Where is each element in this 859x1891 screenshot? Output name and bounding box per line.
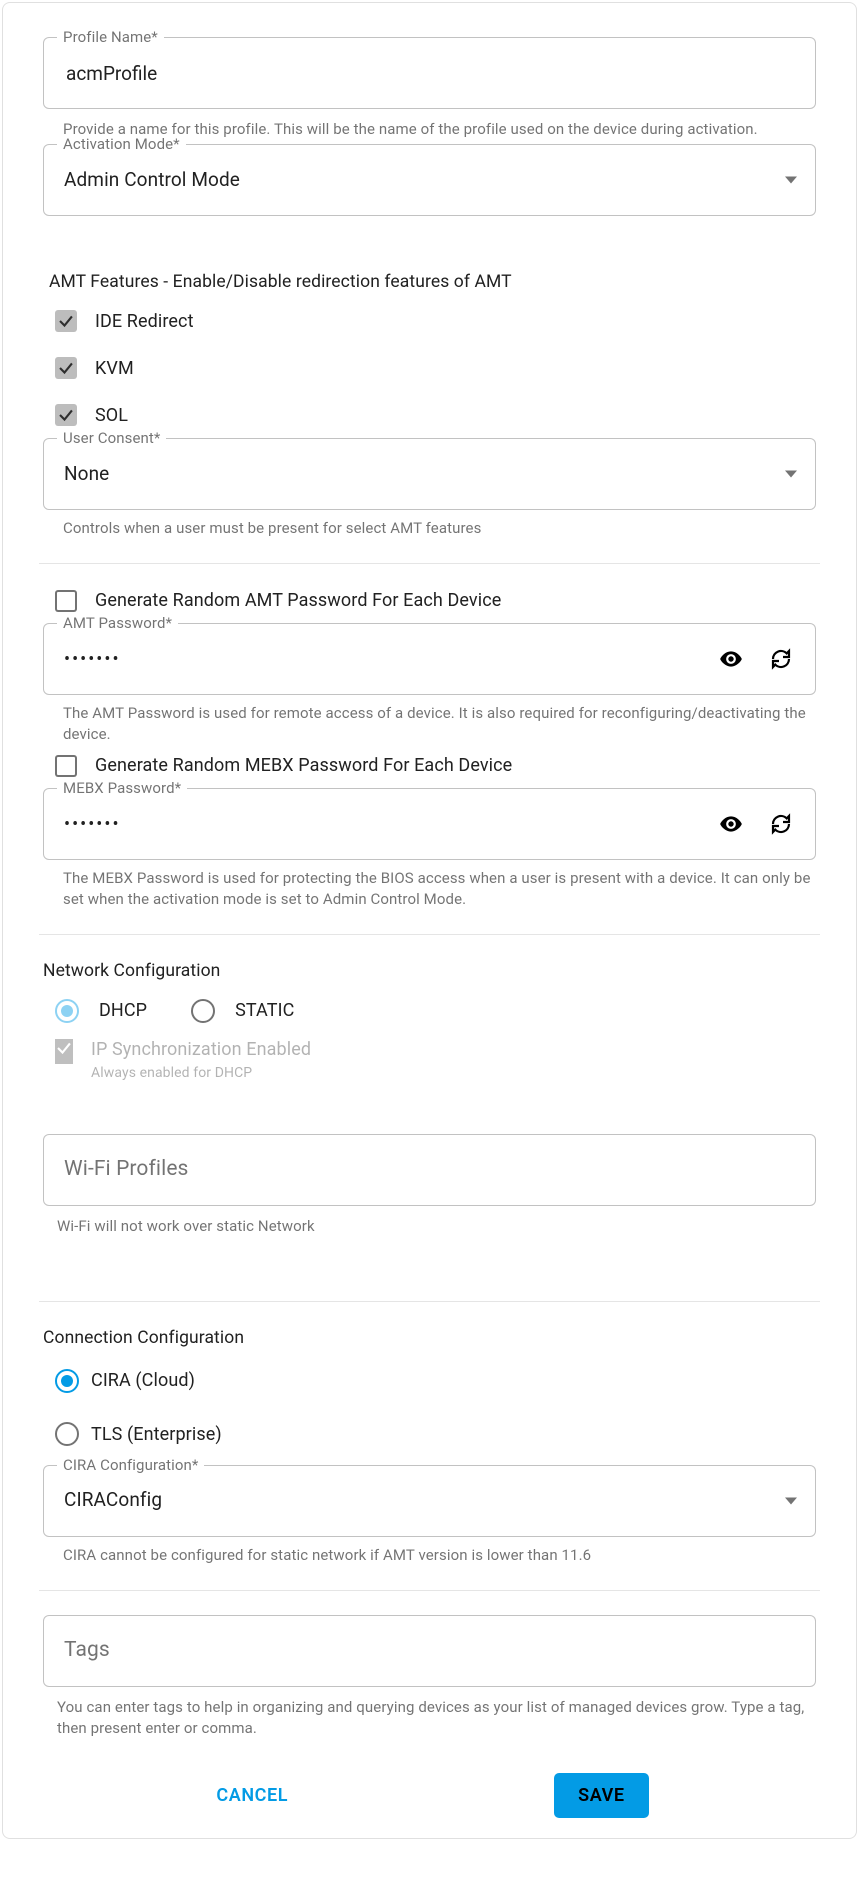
gen-random-amt-label: Generate Random AMT Password For Each De… (95, 588, 501, 613)
gen-random-amt-row: Generate Random AMT Password For Each De… (55, 588, 816, 613)
kvm-label: KVM (95, 356, 134, 381)
profile-form-card: Profile Name* Provide a name for this pr… (2, 2, 857, 1839)
tls-radio-row: TLS (Enterprise) (55, 1422, 816, 1447)
check-icon (55, 1039, 73, 1057)
divider (39, 563, 820, 564)
cira-config-field: CIRA Configuration* CIRAConfig (43, 1465, 816, 1537)
wifi-hint: Wi-Fi will not work over static Network (57, 1216, 812, 1237)
activation-mode-field: Activation Mode* Admin Control Mode (43, 144, 816, 216)
divider (39, 934, 820, 935)
sol-checkbox-row: SOL (55, 403, 816, 428)
gen-random-mebx-row: Generate Random MEBX Password For Each D… (55, 753, 816, 778)
gen-random-mebx-checkbox[interactable] (55, 755, 77, 777)
cira-config-label: CIRA Configuration* (57, 1455, 204, 1476)
mebx-password-input[interactable]: ••••••• (64, 812, 121, 837)
visibility-icon[interactable] (717, 645, 745, 673)
sol-label: SOL (95, 403, 128, 428)
chevron-down-icon (785, 177, 797, 184)
amt-password-label: AMT Password* (57, 613, 178, 634)
cira-config-hint: CIRA cannot be configured for static net… (63, 1545, 812, 1566)
amt-features-title: AMT Features - Enable/Disable redirectio… (49, 270, 816, 295)
cira-radio[interactable] (55, 1369, 79, 1393)
tls-radio-label: TLS (Enterprise) (91, 1422, 222, 1447)
user-consent-field: User Consent* None (43, 438, 816, 510)
check-icon (57, 359, 75, 377)
dhcp-label: DHCP (99, 998, 147, 1023)
mebx-password-field: MEBX Password* ••••••• (43, 788, 816, 860)
cancel-button[interactable]: CANCEL (210, 1784, 294, 1807)
tags-hint: You can enter tags to help in organizing… (57, 1697, 812, 1739)
user-consent-hint: Controls when a user must be present for… (63, 518, 812, 539)
amt-password-hint: The AMT Password is used for remote acce… (63, 703, 812, 745)
mebx-password-label: MEBX Password* (57, 778, 187, 799)
wifi-profiles-input[interactable]: Wi-Fi Profiles (43, 1134, 816, 1206)
profile-name-field: Profile Name* (43, 37, 816, 109)
activation-mode-label: Activation Mode* (57, 134, 186, 155)
static-label: STATIC (235, 998, 294, 1023)
tags-input[interactable]: Tags (43, 1615, 816, 1687)
amt-password-input[interactable]: ••••••• (64, 647, 121, 672)
refresh-icon[interactable] (767, 645, 795, 673)
wifi-profiles-field: Wi-Fi Profiles (43, 1134, 816, 1206)
tls-radio[interactable] (55, 1422, 79, 1446)
tags-field: Tags (43, 1615, 816, 1687)
refresh-icon[interactable] (767, 810, 795, 838)
save-button[interactable]: SAVE (554, 1773, 649, 1818)
connection-configuration-title: Connection Configuration (43, 1326, 816, 1351)
profile-name-input[interactable] (64, 38, 795, 108)
network-configuration-title: Network Configuration (43, 959, 816, 984)
static-radio[interactable] (191, 999, 215, 1023)
ip-sync-checkbox (55, 1039, 73, 1063)
divider (39, 1590, 820, 1591)
amt-password-field: AMT Password* ••••••• (43, 623, 816, 695)
chevron-down-icon (785, 1497, 797, 1504)
ip-sync-title: IP Synchronization Enabled (91, 1037, 311, 1062)
mebx-password-hint: The MEBX Password is used for protecting… (63, 868, 812, 910)
kvm-checkbox-row: KVM (55, 356, 816, 381)
ide-redirect-label: IDE Redirect (95, 309, 194, 334)
cira-radio-label: CIRA (Cloud) (91, 1368, 195, 1393)
chevron-down-icon (785, 471, 797, 478)
ip-sync-row: IP Synchronization Enabled Always enable… (55, 1037, 816, 1084)
kvm-checkbox[interactable] (55, 357, 77, 379)
ide-redirect-checkbox-row: IDE Redirect (55, 309, 816, 334)
ide-redirect-checkbox[interactable] (55, 310, 77, 332)
profile-name-label: Profile Name* (57, 27, 164, 48)
form-footer: CANCEL SAVE (43, 1739, 816, 1818)
cira-radio-row: CIRA (Cloud) (55, 1368, 816, 1393)
check-icon (57, 312, 75, 330)
ip-sync-sub: Always enabled for DHCP (91, 1064, 311, 1084)
dhcp-radio[interactable] (55, 999, 79, 1023)
divider (39, 1301, 820, 1302)
visibility-icon[interactable] (717, 810, 745, 838)
gen-random-mebx-label: Generate Random MEBX Password For Each D… (95, 753, 512, 778)
user-consent-label: User Consent* (57, 428, 166, 449)
gen-random-amt-checkbox[interactable] (55, 590, 77, 612)
sol-checkbox[interactable] (55, 404, 77, 426)
check-icon (57, 406, 75, 424)
